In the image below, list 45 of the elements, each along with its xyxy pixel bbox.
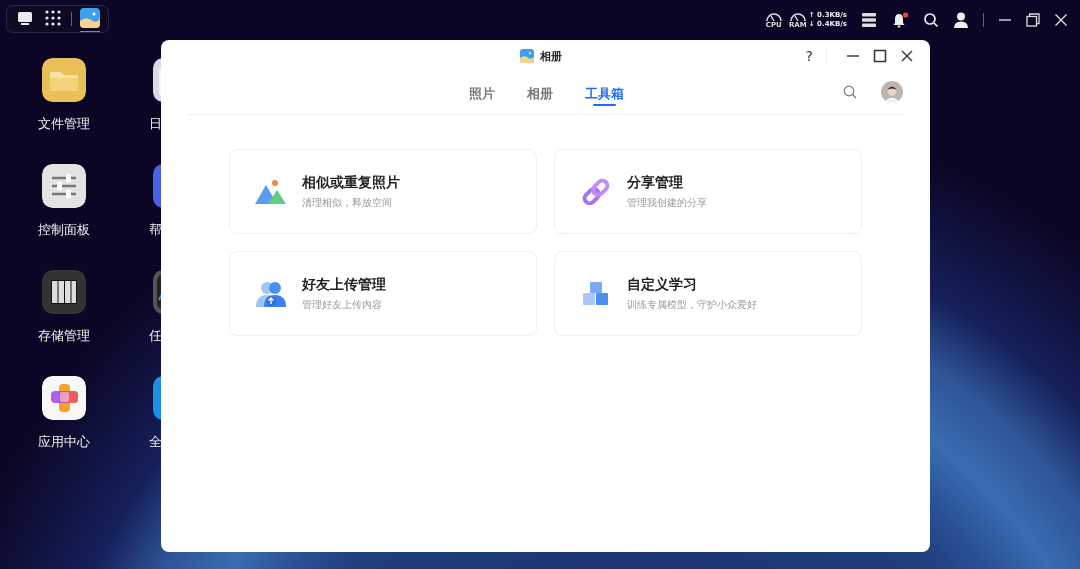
user-icon[interactable]	[953, 12, 969, 28]
maximize-icon[interactable]	[873, 49, 887, 63]
search-icon[interactable]	[923, 12, 939, 28]
taskbar-button[interactable]	[80, 6, 100, 32]
card-title: 好友上传管理	[302, 275, 386, 294]
tool-card[interactable]: 自定义学习 训练专属模型，守护小众爱好	[554, 251, 862, 336]
tab[interactable]: 工具箱	[584, 86, 624, 112]
window-title: 相册	[539, 48, 562, 64]
help-button[interactable]: ?	[805, 49, 813, 63]
app-label: 存储管理	[38, 328, 90, 345]
app-label: 任	[149, 328, 162, 345]
card-description: 管理我创建的分享	[627, 195, 707, 210]
card-description: 清理相似，释放空间	[302, 195, 393, 210]
gauge-icon	[788, 11, 807, 21]
tab[interactable]: 相册	[526, 86, 553, 112]
photos-app-icon	[80, 8, 100, 28]
mountains-icon	[254, 178, 288, 205]
app-label: 应用中心	[38, 434, 90, 451]
app-center-icon[interactable]	[42, 376, 86, 420]
tool-card[interactable]: 分享管理 管理我创建的分享	[554, 149, 862, 234]
app-label: 文件管理	[38, 116, 90, 133]
app-label: 帮	[149, 222, 162, 239]
server-icon[interactable]	[861, 13, 877, 27]
drive-bays-icon[interactable]	[42, 270, 86, 314]
app-grid-icon	[43, 8, 63, 28]
card-title: 分享管理	[627, 173, 684, 192]
card-title: 自定义学习	[627, 275, 698, 294]
card-description: 训练专属模型，守护小众爱好	[627, 297, 757, 312]
bell-icon[interactable]	[891, 12, 909, 28]
restore-icon[interactable]	[1026, 13, 1040, 27]
app-label: 日	[149, 116, 162, 133]
avatar-icon[interactable]	[881, 81, 903, 103]
sliders-icon[interactable]	[42, 164, 86, 208]
close-icon[interactable]	[900, 49, 914, 63]
card-description: 管理好友上传内容	[302, 297, 383, 312]
tool-card[interactable]: 相似或重复照片 清理相似，释放空间	[229, 149, 537, 234]
tool-card[interactable]: 好友上传管理 管理好友上传内容	[229, 251, 537, 336]
app-label: 全	[149, 434, 162, 451]
app-label: 控制面板	[38, 222, 90, 239]
tab[interactable]: 照片	[468, 86, 495, 112]
users-upload-icon	[255, 279, 287, 308]
photos-app-icon	[519, 49, 534, 63]
folder-icon[interactable]	[42, 58, 86, 102]
gauge-icon	[764, 11, 783, 21]
card-title: 相似或重复照片	[302, 173, 400, 192]
